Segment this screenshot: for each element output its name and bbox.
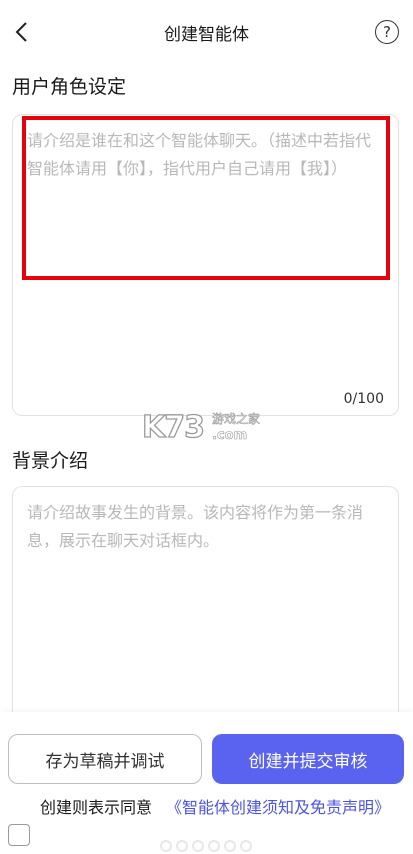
top-bar: 创建智能体 ? [0, 0, 413, 64]
role-setting-placeholder: 请介绍是谁在和这个智能体聊天。（描述中若指代智能体请用【你】，指代用户自己请用【… [27, 131, 372, 178]
agreement-text: 创建则表示同意 [40, 798, 153, 817]
background-section-label: 背景介绍 [12, 450, 89, 472]
char-counter: 0/100 [343, 391, 384, 407]
role-setting-input[interactable]: 请介绍是谁在和这个智能体聊天。（描述中若指代智能体请用【你】，指代用户自己请用【… [12, 114, 399, 416]
page-title: 创建智能体 [164, 25, 249, 45]
agreement-checkbox[interactable] [8, 824, 30, 846]
create-submit-button[interactable]: 创建并提交审核 [212, 734, 404, 784]
page-indicator [160, 840, 256, 852]
background-placeholder: 请介绍故事发生的背景。该内容将作为第一条消息，展示在聊天对话框内。 [27, 503, 364, 550]
save-draft-button[interactable]: 存为草稿并调试 [8, 734, 202, 784]
agreement-link[interactable]: 《智能体创建须知及免责声明》 [166, 796, 396, 820]
role-section-label: 用户角色设定 [12, 76, 127, 98]
background-input[interactable]: 请介绍故事发生的背景。该内容将作为第一条消息，展示在聊天对话框内。 [12, 486, 399, 726]
help-button[interactable]: ? [375, 20, 399, 44]
bottom-action-bar: 存为草稿并调试 创建并提交审核 创建则表示同意 《智能体创建须知及免责声明》 [0, 712, 413, 854]
question-circle-icon: ? [383, 23, 391, 41]
